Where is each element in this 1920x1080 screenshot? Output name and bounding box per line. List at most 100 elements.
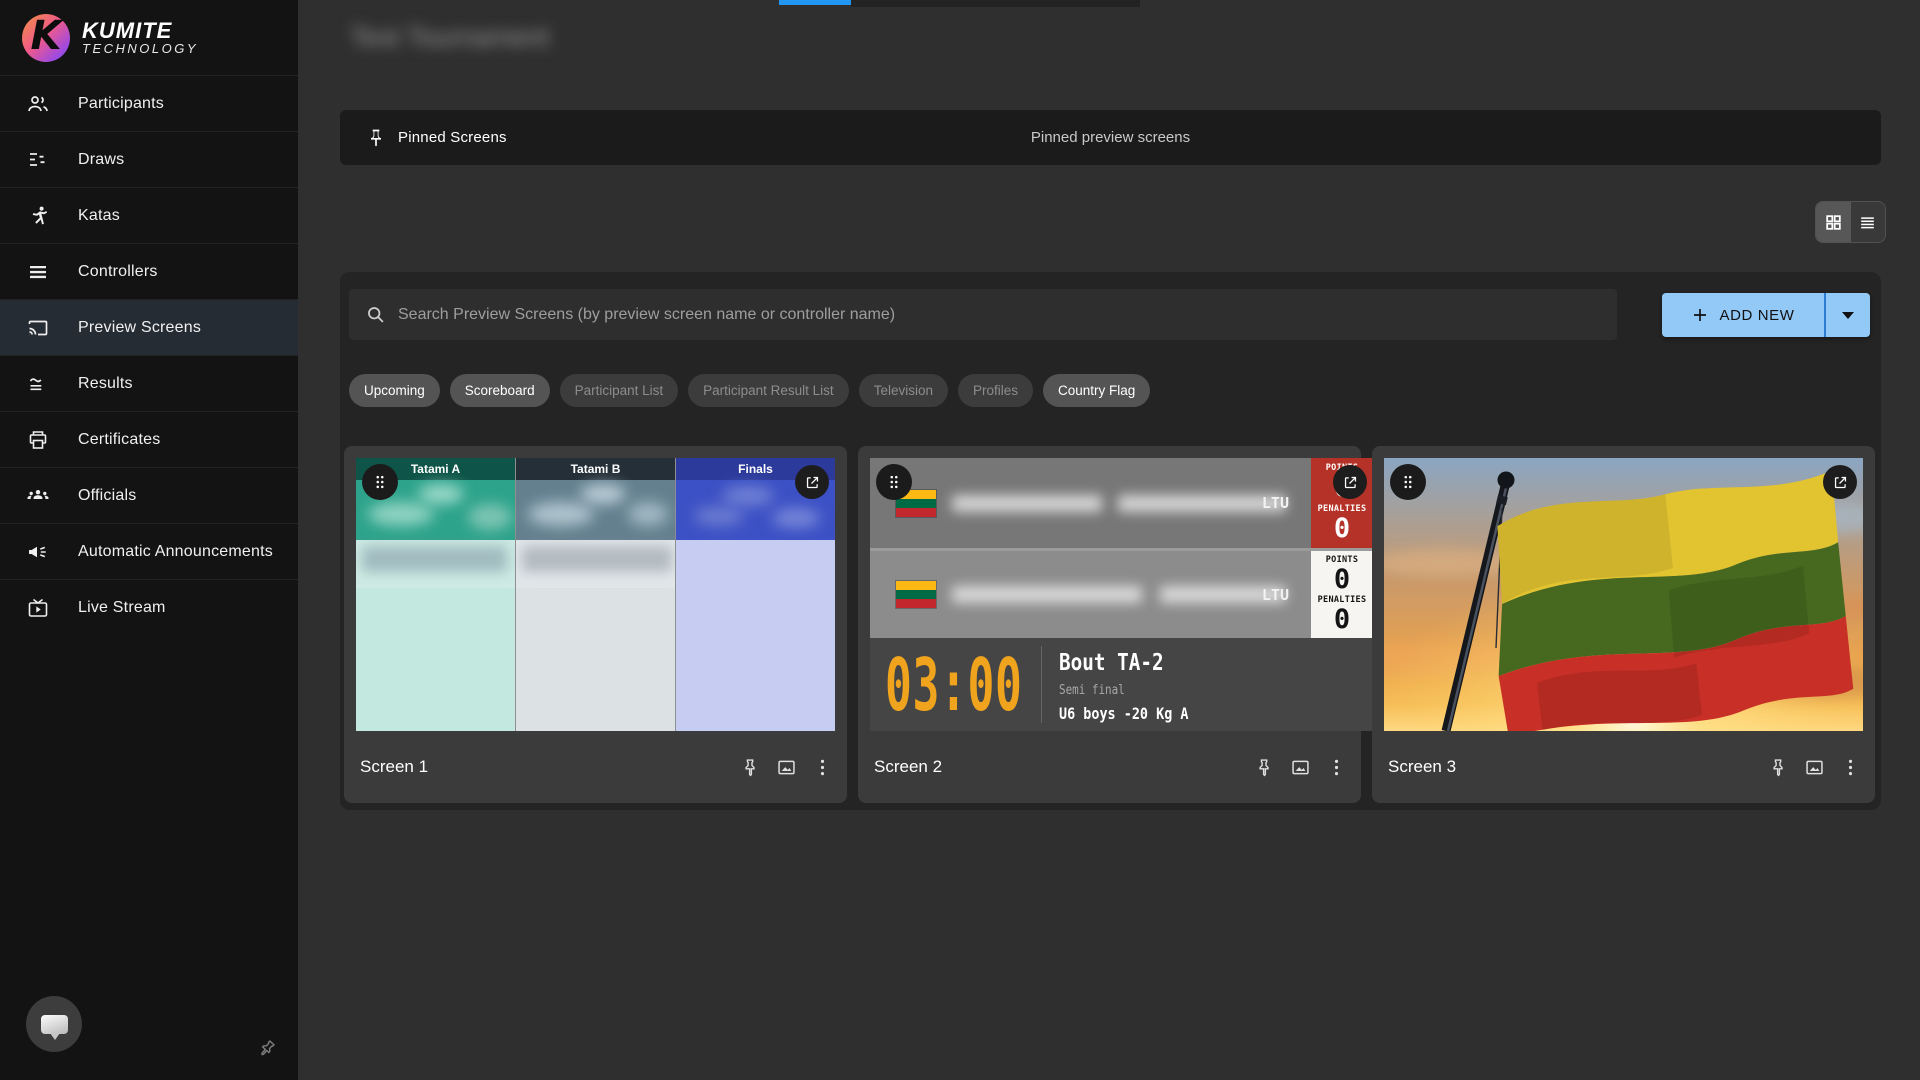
plus-icon xyxy=(1691,306,1709,324)
screen-title: Screen 1 xyxy=(360,757,428,777)
brand-name: KUMITE xyxy=(82,19,198,42)
add-new-label: ADD NEW xyxy=(1719,307,1794,324)
filter-chips: Upcoming Scoreboard Participant List Par… xyxy=(349,374,1150,407)
sidebar-item-certificates[interactable]: Certificates xyxy=(0,411,298,467)
brand-text: KUMITE TECHNOLOGY xyxy=(82,19,198,56)
sidebar-item-label: Automatic Announcements xyxy=(78,543,273,561)
bout-number: Bout TA-2 xyxy=(1059,650,1188,676)
list-view-icon xyxy=(1858,213,1877,232)
sidebar-item-label: Preview Screens xyxy=(78,319,201,337)
sidebar-item-label: Participants xyxy=(78,95,164,113)
background-image-button[interactable] xyxy=(1290,757,1311,778)
column-header: Tatami B xyxy=(516,458,675,480)
sidebar-item-preview-screens[interactable]: Preview Screens xyxy=(0,299,298,355)
chip-profiles[interactable]: Profiles xyxy=(958,374,1033,407)
drag-handle[interactable] xyxy=(362,464,398,500)
open-in-new-icon xyxy=(804,474,821,491)
more-options-button[interactable] xyxy=(812,757,833,778)
open-in-new-icon xyxy=(1832,474,1849,491)
sidebar-item-draws[interactable]: Draws xyxy=(0,131,298,187)
penalties-value: 0 xyxy=(1334,515,1350,543)
list-view-button[interactable] xyxy=(1851,202,1886,242)
sidebar-item-katas[interactable]: Katas xyxy=(0,187,298,243)
drag-handle-icon xyxy=(885,473,903,491)
score-icon xyxy=(26,372,50,396)
pin-screen-button[interactable] xyxy=(1768,757,1789,778)
view-toggle xyxy=(1815,201,1886,243)
divider xyxy=(1041,646,1042,723)
drag-handle[interactable] xyxy=(876,464,912,500)
country-code: LTU xyxy=(1262,586,1289,604)
chat-widget-button[interactable] xyxy=(26,996,82,1052)
open-in-new-button[interactable] xyxy=(795,465,829,499)
groups-icon xyxy=(26,484,50,508)
more-options-button[interactable] xyxy=(1840,757,1861,778)
pinned-screens-subtitle: Pinned preview screens xyxy=(340,129,1881,146)
chip-television[interactable]: Television xyxy=(859,374,948,407)
chat-icon xyxy=(41,1015,68,1034)
add-new-button[interactable]: ADD NEW xyxy=(1662,293,1824,337)
top-tab-strip xyxy=(851,0,1140,7)
chip-participant-list[interactable]: Participant List xyxy=(560,374,679,407)
sidebar-item-label: Live Stream xyxy=(78,599,166,617)
sidebar-item-results[interactable]: Results xyxy=(0,355,298,411)
match-timer: 03:00 xyxy=(885,643,1022,727)
screen-card-2: LTU POINTS 0 PENALTIES 0 xyxy=(858,446,1361,803)
scoreboard-bout-row: 03:00 Bout TA-2 Semi final U6 boys -20 K… xyxy=(870,638,1373,731)
printer-icon xyxy=(26,428,50,452)
screen-1-preview[interactable]: Tatami A Tatami B xyxy=(356,458,835,731)
live-tv-icon xyxy=(26,596,50,620)
kumite-logo-icon: K xyxy=(22,14,70,62)
search-icon xyxy=(365,304,386,325)
logo-letter: K xyxy=(31,16,62,56)
pin-screen-button[interactable] xyxy=(1254,757,1275,778)
open-in-new-button[interactable] xyxy=(1823,465,1857,499)
sidebar-item-officials[interactable]: Officials xyxy=(0,467,298,523)
card-footer: Screen 1 xyxy=(344,731,847,803)
add-new-dropdown-button[interactable] xyxy=(1826,293,1870,337)
open-in-new-button[interactable] xyxy=(1333,465,1367,499)
chip-scoreboard[interactable]: Scoreboard xyxy=(450,374,550,407)
chip-country-flag[interactable]: Country Flag xyxy=(1043,374,1150,407)
drag-handle-icon xyxy=(1399,473,1417,491)
tatami-b-column: Tatami B xyxy=(516,458,675,731)
martial-arts-icon xyxy=(26,204,50,228)
background-image-button[interactable] xyxy=(776,757,797,778)
screen-title: Screen 3 xyxy=(1388,757,1456,777)
sidebar-item-participants[interactable]: Participants xyxy=(0,75,298,131)
search-input[interactable] xyxy=(398,306,1617,324)
screen-card-1: Tatami A Tatami B xyxy=(344,446,847,803)
penalties-value: 0 xyxy=(1334,606,1350,634)
scoreboard-competitor-row: LTU POINTS 0 PENALTIES 0 xyxy=(870,458,1373,548)
screen-3-preview[interactable] xyxy=(1384,458,1863,731)
lithuania-flag-icon xyxy=(896,581,936,608)
pin-screen-button[interactable] xyxy=(740,757,761,778)
reorder-icon xyxy=(26,260,50,284)
chip-participant-result-list[interactable]: Participant Result List xyxy=(688,374,849,407)
chip-upcoming[interactable]: Upcoming xyxy=(349,374,440,407)
main-content: Test Tournament Pinned Screens Pinned pr… xyxy=(298,0,1920,1080)
pinned-screens-bar: Pinned Screens Pinned preview screens xyxy=(340,110,1881,165)
points-value: 0 xyxy=(1334,566,1350,594)
sidebar-item-label: Officials xyxy=(78,487,136,505)
page-title: Test Tournament xyxy=(350,22,549,53)
sidebar-item-label: Katas xyxy=(78,207,120,225)
card-footer: Screen 3 xyxy=(1372,731,1875,803)
score-panel-white: POINTS 0 PENALTIES 0 xyxy=(1311,551,1373,638)
screen-title: Screen 2 xyxy=(874,757,942,777)
grid-view-button[interactable] xyxy=(1816,202,1851,242)
drag-handle-icon xyxy=(371,473,389,491)
preview-screens-panel: ADD NEW Upcoming Scoreboard Participant … xyxy=(340,272,1881,810)
category-name: U6 boys -20 Kg A xyxy=(1059,704,1188,723)
sidebar-item-live-stream[interactable]: Live Stream xyxy=(0,579,298,635)
open-in-new-icon xyxy=(1342,474,1359,491)
round-name: Semi final xyxy=(1059,683,1188,698)
background-image-button[interactable] xyxy=(1804,757,1825,778)
more-options-button[interactable] xyxy=(1326,757,1347,778)
cast-icon xyxy=(26,316,50,340)
drag-handle[interactable] xyxy=(1390,464,1426,500)
megaphone-icon xyxy=(26,540,50,564)
sidebar-item-automatic-announcements[interactable]: Automatic Announcements xyxy=(0,523,298,579)
sidebar-pin-icon[interactable] xyxy=(256,1038,278,1060)
sidebar-item-controllers[interactable]: Controllers xyxy=(0,243,298,299)
